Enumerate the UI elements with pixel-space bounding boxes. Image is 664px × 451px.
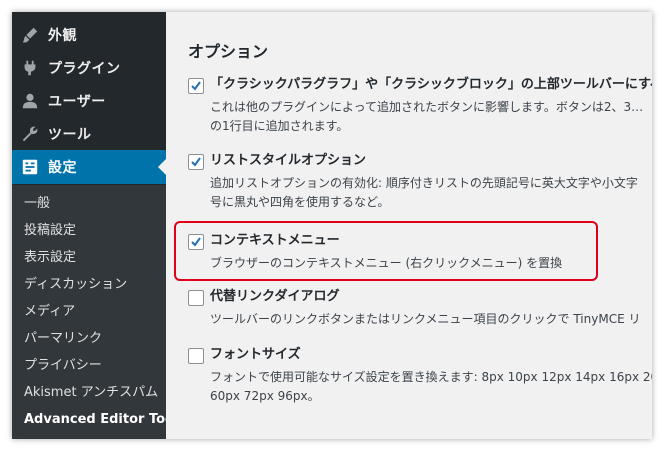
option-description-line: これは他のプラグインによって追加されたボタンに影響します。ボタンは2、3… xyxy=(210,100,644,114)
sidebar-item-appearance[interactable]: 外観 xyxy=(12,18,166,52)
settings-icon xyxy=(12,158,48,176)
option-description-line: ブラウザーのコンテキストメニュー (右クリックメニュー) を置換 xyxy=(210,256,563,270)
brush-icon xyxy=(12,26,48,44)
plugin-icon xyxy=(12,59,48,77)
submenu-item-advanced-editor-tools[interactable]: Advanced Editor Tools xyxy=(24,406,186,433)
option-title: リストスタイルオプション xyxy=(210,153,367,168)
sidebar-item-users[interactable]: ユーザー xyxy=(12,84,166,118)
option-description: 追加リストオプションの有効化: 順序付きリストの先頭記号に英大文字や小文字 号に… xyxy=(210,174,638,212)
app-frame: 外観 プラグイン ユーザー ツール 設定 一般 投稿設定 表示設定 ディスカッシ… xyxy=(12,12,652,439)
admin-sidebar: 外観 プラグイン ユーザー ツール 設定 一般 投稿設定 表示設定 ディスカッシ… xyxy=(12,12,186,439)
sidebar-item-tools[interactable]: ツール xyxy=(12,117,166,151)
submenu-item-media[interactable]: メディア xyxy=(24,298,75,325)
settings-submenu: 一般 投稿設定 表示設定 ディスカッション メディア パーマリンク プライバシー… xyxy=(12,185,186,439)
option-description-line: 60px 72px 96px。 xyxy=(210,389,320,403)
checkmark-icon xyxy=(191,157,201,167)
option-description-line: の1行目に追加されます。 xyxy=(210,119,349,133)
submenu-item-general[interactable]: 一般 xyxy=(24,190,50,217)
sidebar-item-plugins[interactable]: プラグイン xyxy=(12,51,166,85)
section-title: オプション xyxy=(188,42,269,61)
submenu-item-writing[interactable]: 投稿設定 xyxy=(24,217,76,244)
checkbox[interactable] xyxy=(188,78,204,94)
option-description-line: フォントで使用可能なサイズ設定を置き換えます: 8px 10px 12px 14… xyxy=(210,370,652,384)
sidebar-item-label: プラグイン xyxy=(48,61,121,77)
submenu-item-privacy[interactable]: プライバシー xyxy=(24,352,102,379)
checkbox[interactable] xyxy=(188,234,204,250)
sidebar-item-label: 設定 xyxy=(48,160,77,176)
submenu-item-discussion[interactable]: ディスカッション xyxy=(24,271,127,298)
option-description: フォントで使用可能なサイズ設定を置き換えます: 8px 10px 12px 14… xyxy=(210,368,652,406)
option-description-line: 号に黒丸や四角を使用するなど。 xyxy=(210,195,390,209)
option-title: フォントサイズ xyxy=(210,347,301,362)
option-description-line: 追加リストオプションの有効化: 順序付きリストの先頭記号に英大文字や小文字 xyxy=(210,176,638,190)
wrench-icon xyxy=(12,125,48,143)
option-title: 「クラシックパラグラフ」や「クラシックブロック」の上部ツールバーにすべ xyxy=(210,77,652,92)
option-title: 代替リンクダイアログ xyxy=(210,289,340,304)
checkmark-icon xyxy=(191,237,201,247)
sidebar-item-label: ツール xyxy=(48,127,92,143)
checkmark-icon xyxy=(191,81,201,91)
submenu-item-akismet[interactable]: Akismet アンチスパム xyxy=(24,379,158,406)
option-description-line: ツールバーのリンクボタンまたはリンクメニュー項目のクリックで TinyMCE リ xyxy=(210,312,641,326)
submenu-item-permalinks[interactable]: パーマリンク xyxy=(24,325,102,352)
checkbox[interactable] xyxy=(188,348,204,364)
sidebar-item-settings[interactable]: 設定 xyxy=(12,150,166,184)
option-title: コンテキストメニュー xyxy=(210,233,340,248)
option-description: ブラウザーのコンテキストメニュー (右クリックメニュー) を置換 xyxy=(210,254,562,273)
submenu-item-reading[interactable]: 表示設定 xyxy=(24,244,76,271)
checkbox[interactable] xyxy=(188,290,204,306)
option-description: ツールバーのリンクボタンまたはリンクメニュー項目のクリックで TinyMCE リ xyxy=(210,310,640,329)
sidebar-item-label: 外観 xyxy=(48,28,77,44)
checkbox[interactable] xyxy=(188,154,204,170)
option-description: これは他のプラグインによって追加されたボタンに影響します。ボタンは2、3… の1… xyxy=(210,98,643,136)
sidebar-item-label: ユーザー xyxy=(48,94,106,110)
settings-main: オプション 「クラシックパラグラフ」や「クラシックブロック」の上部ツールバーにす… xyxy=(166,12,652,439)
user-icon xyxy=(12,92,48,110)
